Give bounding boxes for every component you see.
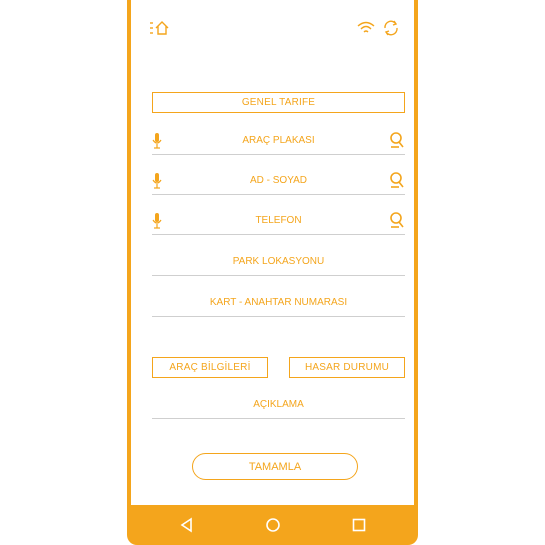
status-icons bbox=[356, 18, 402, 38]
vehicle-info-label: ARAÇ BİLGİLERİ bbox=[169, 362, 251, 373]
search-person-icon[interactable] bbox=[389, 131, 405, 149]
recent-square-icon[interactable] bbox=[351, 517, 367, 533]
back-triangle-icon[interactable] bbox=[179, 517, 195, 533]
tariff-label: GENEL TARIFE bbox=[241, 97, 316, 108]
divider bbox=[152, 316, 405, 317]
search-person-icon[interactable] bbox=[389, 171, 405, 189]
divider bbox=[152, 234, 405, 235]
key-number-field[interactable]: KART - ANAHTAR NUMARASI bbox=[152, 291, 405, 317]
wifi-icon bbox=[357, 21, 375, 33]
navigation-bar bbox=[127, 505, 418, 545]
divider bbox=[152, 418, 405, 419]
home-circle-icon[interactable] bbox=[265, 517, 281, 533]
complete-label: TAMAMLA bbox=[248, 460, 302, 473]
description-label: AÇIKLAMA bbox=[253, 399, 304, 410]
phone-frame: GENEL TARIFE ARAÇ PLAKASI AD - SOYAD TEL… bbox=[127, 0, 418, 545]
damage-status-label: HASAR DURUMU bbox=[304, 362, 390, 373]
park-location-field[interactable]: PARK LOKASYONU bbox=[152, 250, 405, 276]
phone-label: TELEFON bbox=[255, 215, 302, 226]
divider bbox=[152, 194, 405, 195]
vehicle-info-button[interactable]: ARAÇ BİLGİLERİ bbox=[152, 357, 268, 378]
phone-field[interactable]: TELEFON bbox=[152, 209, 405, 235]
sync-icon[interactable] bbox=[382, 19, 400, 37]
home-list-icon[interactable] bbox=[149, 18, 171, 38]
key-number-label: KART - ANAHTAR NUMARASI bbox=[209, 297, 348, 308]
app-screen: GENEL TARIFE ARAÇ PLAKASI AD - SOYAD TEL… bbox=[131, 0, 414, 505]
plate-field[interactable]: ARAÇ PLAKASI bbox=[152, 129, 405, 155]
name-label: AD - SOYAD bbox=[249, 175, 308, 186]
park-location-label: PARK LOKASYONU bbox=[232, 256, 325, 267]
tariff-field[interactable]: GENEL TARIFE bbox=[152, 92, 405, 113]
description-field[interactable]: AÇIKLAMA bbox=[152, 393, 405, 419]
damage-status-button[interactable]: HASAR DURUMU bbox=[289, 357, 405, 378]
name-field[interactable]: AD - SOYAD bbox=[152, 169, 405, 195]
plate-label: ARAÇ PLAKASI bbox=[242, 135, 315, 146]
search-person-icon[interactable] bbox=[389, 211, 405, 229]
divider bbox=[152, 275, 405, 276]
complete-button[interactable]: TAMAMLA bbox=[192, 453, 358, 480]
divider bbox=[152, 154, 405, 155]
